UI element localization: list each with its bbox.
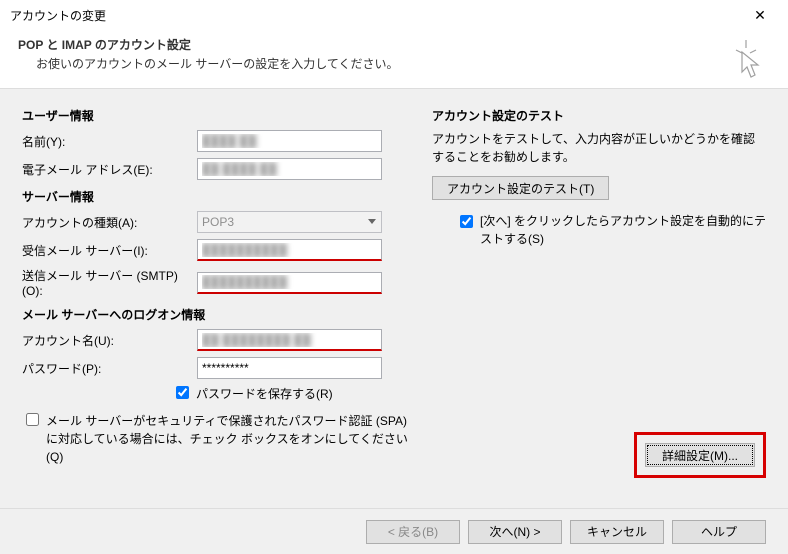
back-button: < 戻る(B) (366, 520, 460, 544)
cancel-button[interactable]: キャンセル (570, 520, 664, 544)
dialog-content: ユーザー情報 名前(Y): 電子メール アドレス(E): サーバー情報 アカウン… (0, 89, 788, 554)
help-button[interactable]: ヘルプ (672, 520, 766, 544)
user-info-title: ユーザー情報 (22, 107, 412, 124)
advanced-highlight: 詳細設定(M)... (634, 432, 766, 478)
title-bar: アカウントの変更 ✕ (0, 0, 788, 30)
incoming-input[interactable] (197, 239, 382, 261)
logon-title: メール サーバーへのログオン情報 (22, 306, 412, 323)
close-icon[interactable]: ✕ (740, 1, 780, 29)
name-input[interactable] (197, 130, 382, 152)
right-column: アカウント設定のテスト アカウントをテストして、入力内容が正しいかどうかを確認す… (432, 107, 766, 554)
test-desc: アカウントをテストして、入力内容が正しいかどうかを確認することをお勧めします。 (432, 130, 766, 166)
auto-test-label: [次へ] をクリックしたらアカウント設定を自動的にテストする(S) (480, 212, 766, 248)
account-type-label: アカウントの種類(A): (22, 214, 197, 231)
left-column: ユーザー情報 名前(Y): 電子メール アドレス(E): サーバー情報 アカウン… (22, 107, 412, 554)
name-label: 名前(Y): (22, 133, 197, 150)
outgoing-input[interactable] (197, 272, 382, 294)
advanced-settings-button[interactable]: 詳細設定(M)... (645, 443, 755, 467)
username-label: アカウント名(U): (22, 332, 197, 349)
header-subtitle: お使いのアカウントのメール サーバーの設定を入力してください。 (18, 55, 772, 72)
password-label: パスワード(P): (22, 360, 197, 377)
save-password-checkbox[interactable] (176, 386, 189, 399)
username-input[interactable] (197, 329, 382, 351)
spa-checkbox[interactable] (26, 413, 39, 426)
outgoing-label: 送信メール サーバー (SMTP)(O): (22, 267, 197, 298)
save-password-label: パスワードを保存する(R) (196, 385, 333, 402)
next-button[interactable]: 次へ(N) > (468, 520, 562, 544)
bottom-button-bar: < 戻る(B) 次へ(N) > キャンセル ヘルプ (0, 508, 788, 554)
test-account-button[interactable]: アカウント設定のテスト(T) (432, 176, 609, 200)
dialog-header: POP と IMAP のアカウント設定 お使いのアカウントのメール サーバーの設… (0, 30, 788, 89)
email-label: 電子メール アドレス(E): (22, 161, 197, 178)
spa-label: メール サーバーがセキュリティで保護されたパスワード認証 (SPA) に対応して… (46, 412, 408, 466)
cursor-icon (732, 40, 766, 83)
auto-test-checkbox[interactable] (460, 215, 473, 228)
incoming-label: 受信メール サーバー(I): (22, 242, 197, 259)
window-title: アカウントの変更 (10, 7, 106, 24)
header-title: POP と IMAP のアカウント設定 (18, 36, 772, 53)
password-input[interactable] (197, 357, 382, 379)
test-title: アカウント設定のテスト (432, 107, 766, 124)
server-info-title: サーバー情報 (22, 188, 412, 205)
account-type-select: POP3 (197, 211, 382, 233)
email-input[interactable] (197, 158, 382, 180)
